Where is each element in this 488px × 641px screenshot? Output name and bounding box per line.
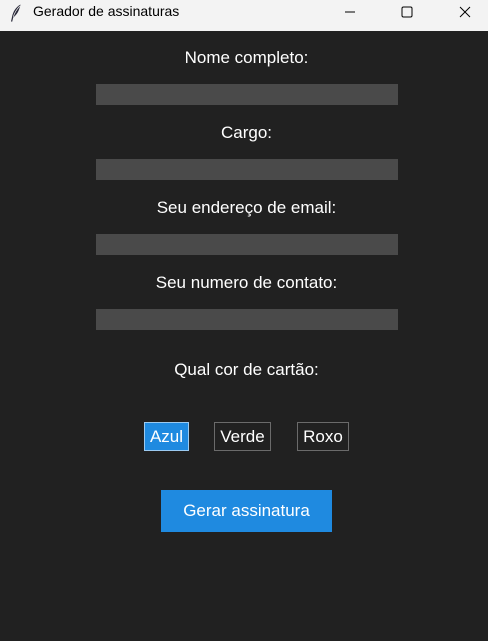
full-name-input[interactable] bbox=[96, 84, 398, 105]
full-name-label: Nome completo: bbox=[184, 48, 309, 67]
card-color-label: Qual cor de cartão: bbox=[174, 360, 319, 379]
maximize-icon bbox=[401, 6, 413, 18]
email-input[interactable] bbox=[96, 234, 398, 255]
close-icon bbox=[459, 6, 471, 18]
phone-label: Seu numero de contato: bbox=[155, 273, 338, 292]
email-label: Seu endereço de email: bbox=[156, 198, 337, 217]
phone-input[interactable] bbox=[96, 309, 398, 330]
minimize-icon bbox=[344, 6, 356, 18]
maximize-button[interactable] bbox=[384, 0, 430, 24]
color-option-verde[interactable]: Verde bbox=[214, 422, 271, 451]
close-button[interactable] bbox=[442, 0, 488, 24]
job-title-label: Cargo: bbox=[220, 123, 273, 142]
color-option-roxo[interactable]: Roxo bbox=[297, 422, 349, 451]
app-window: Gerador de assinaturas Nome completo: Ca… bbox=[0, 0, 488, 641]
color-option-azul[interactable]: Azul bbox=[144, 422, 189, 451]
feather-icon bbox=[8, 3, 24, 23]
minimize-button[interactable] bbox=[327, 0, 373, 24]
title-bar[interactable]: Gerador de assinaturas bbox=[0, 0, 488, 31]
generate-signature-button[interactable]: Gerar assinatura bbox=[161, 490, 332, 532]
job-title-input[interactable] bbox=[96, 159, 398, 180]
window-title: Gerador de assinaturas bbox=[33, 3, 180, 19]
